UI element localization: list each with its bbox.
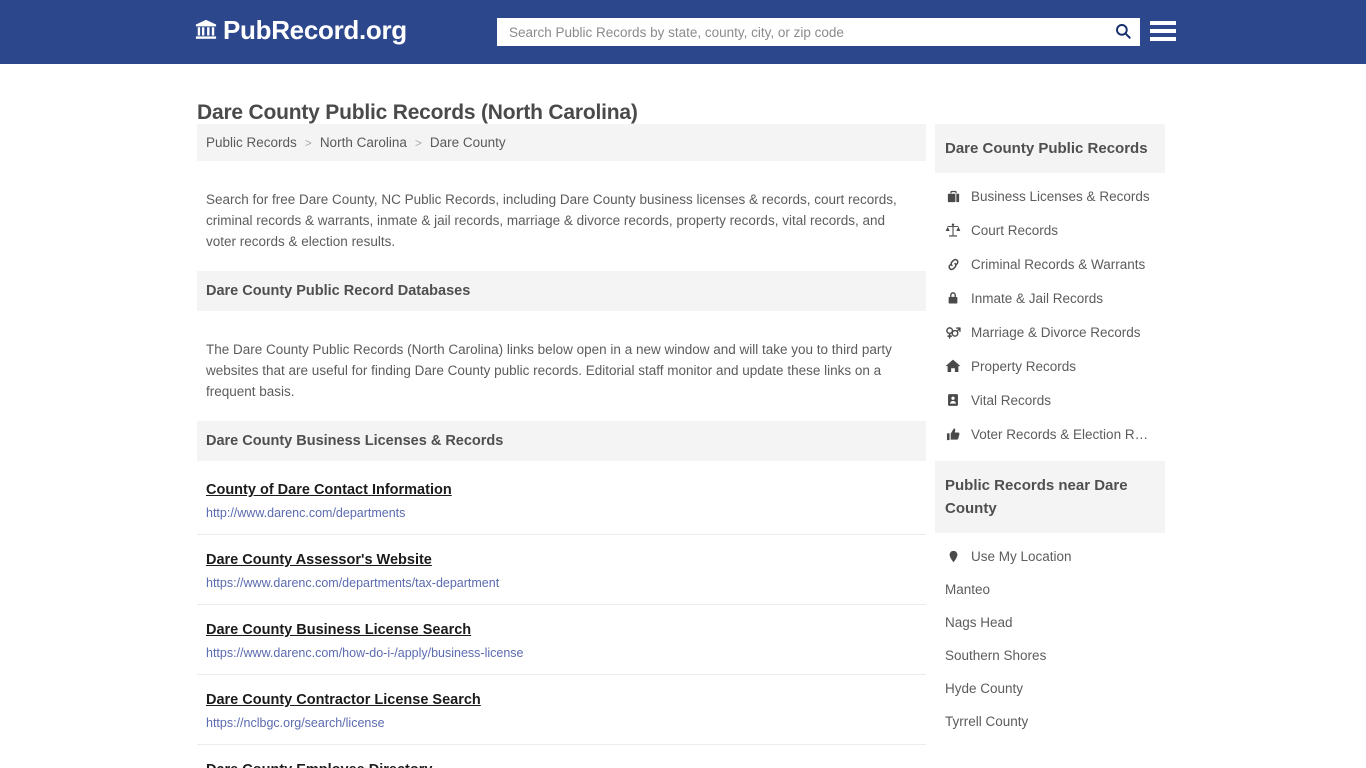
sidebar-item-label: Business Licenses & Records bbox=[971, 188, 1150, 204]
breadcrumb-item-public-records[interactable]: Public Records bbox=[206, 135, 297, 150]
section-heading-databases: Dare County Public Record Databases bbox=[197, 271, 926, 311]
sidebar-item-nags-head[interactable]: Nags Head bbox=[935, 606, 1165, 639]
sidebar-item-label: Marriage & Divorce Records bbox=[971, 324, 1141, 340]
record-link-title[interactable]: County of Dare Contact Information bbox=[206, 482, 452, 498]
sidebar-item-hyde-county[interactable]: Hyde County bbox=[935, 672, 1165, 705]
sidebar-item-label: Nags Head bbox=[945, 615, 1013, 630]
sidebar-item-vital-records[interactable]: Vital Records bbox=[935, 383, 1165, 417]
intro-paragraph: Search for free Dare County, NC Public R… bbox=[206, 191, 897, 249]
list-item[interactable]: Dare County Employee Directory https://w… bbox=[197, 745, 926, 768]
hamburger-bar bbox=[1150, 37, 1176, 41]
sidebar-heading-nearby: Public Records near Dare County bbox=[935, 461, 1165, 533]
home-icon bbox=[945, 358, 961, 374]
breadcrumb-item-dare-county[interactable]: Dare County bbox=[430, 135, 506, 150]
sidebar-item-criminal-records[interactable]: Criminal Records & Warrants bbox=[935, 247, 1165, 281]
list-item[interactable]: Dare County Contractor License Search ht… bbox=[197, 675, 926, 745]
sidebar-item-label: Criminal Records & Warrants bbox=[971, 256, 1146, 272]
hamburger-menu-icon[interactable] bbox=[1150, 18, 1176, 44]
sidebar-nearby-list: Use My Location Manteo Nags Head Souther… bbox=[935, 533, 1165, 738]
sidebar-item-label: Property Records bbox=[971, 358, 1077, 374]
record-link-url[interactable]: https://www.darenc.com/how-do-i-/apply/b… bbox=[206, 646, 917, 660]
bank-icon bbox=[195, 19, 217, 41]
breadcrumb-separator: > bbox=[414, 135, 422, 150]
record-link-url[interactable]: http://www.darenc.com/departments bbox=[206, 506, 917, 520]
section-heading-business-licenses: Dare County Business Licenses & Records bbox=[197, 421, 926, 461]
sidebar-heading-records: Dare County Public Records bbox=[935, 124, 1165, 173]
sidebar-item-tyrrell-county[interactable]: Tyrrell County bbox=[935, 705, 1165, 738]
search-input[interactable] bbox=[507, 18, 1112, 46]
record-link-title[interactable]: Dare County Business License Search bbox=[206, 622, 471, 638]
scales-of-justice-icon bbox=[945, 222, 961, 238]
sidebar-item-southern-shores[interactable]: Southern Shores bbox=[935, 639, 1165, 672]
list-item[interactable]: Dare County Assessor's Website https://w… bbox=[197, 535, 926, 605]
sidebar-item-marriage-divorce-records[interactable]: Marriage & Divorce Records bbox=[935, 315, 1165, 349]
record-link-title[interactable]: Dare County Employee Directory bbox=[206, 762, 432, 768]
sidebar-item-label: Tyrrell County bbox=[945, 714, 1029, 729]
main-content: Public Records > North Carolina > Dare C… bbox=[197, 124, 926, 768]
sidebar-card-nearby: Public Records near Dare County Use My L… bbox=[935, 461, 1165, 738]
list-item[interactable]: County of Dare Contact Information http:… bbox=[197, 465, 926, 535]
breadcrumb-item-north-carolina[interactable]: North Carolina bbox=[320, 135, 407, 150]
sidebar-records-list: Business Licenses & Records Court Record… bbox=[935, 173, 1165, 451]
thumbs-up-icon bbox=[945, 426, 961, 442]
sidebar-item-label: Hyde County bbox=[945, 681, 1024, 696]
sidebar-item-property-records[interactable]: Property Records bbox=[935, 349, 1165, 383]
briefcase-icon bbox=[945, 188, 961, 204]
sidebar-item-label: Use My Location bbox=[971, 548, 1072, 564]
sidebar-item-label: Vital Records bbox=[971, 392, 1052, 408]
record-link-title[interactable]: Dare County Assessor's Website bbox=[206, 552, 432, 568]
venus-mars-icon bbox=[945, 324, 961, 340]
sidebar-item-business-licenses[interactable]: Business Licenses & Records bbox=[935, 179, 1165, 213]
record-link-url[interactable]: https://nclbgc.org/search/license bbox=[206, 716, 917, 730]
search-button[interactable] bbox=[1112, 22, 1134, 43]
sidebar-item-label: Court Records bbox=[971, 222, 1059, 238]
breadcrumb-separator: > bbox=[304, 135, 312, 150]
business-links-list: County of Dare Contact Information http:… bbox=[197, 465, 926, 768]
sidebar-card-records: Dare County Public Records Business Lice… bbox=[935, 124, 1165, 451]
search-bar[interactable] bbox=[497, 18, 1140, 46]
sidebar-item-label: Southern Shores bbox=[945, 648, 1047, 663]
databases-description: The Dare County Public Records (North Ca… bbox=[206, 341, 892, 399]
record-link-title[interactable]: Dare County Contractor License Search bbox=[206, 692, 481, 708]
search-icon bbox=[1114, 22, 1132, 43]
sidebar-item-court-records[interactable]: Court Records bbox=[935, 213, 1165, 247]
list-item[interactable]: Dare County Business License Search http… bbox=[197, 605, 926, 675]
sidebar-item-use-my-location[interactable]: Use My Location bbox=[935, 539, 1165, 573]
page-title: Dare County Public Records (North Caroli… bbox=[197, 101, 638, 125]
hamburger-bar bbox=[1150, 29, 1176, 33]
record-link-url[interactable]: https://www.darenc.com/departments/tax-d… bbox=[206, 576, 917, 590]
sidebar-item-label: Inmate & Jail Records bbox=[971, 290, 1104, 306]
hamburger-bar bbox=[1150, 21, 1176, 25]
handcuffs-icon bbox=[945, 256, 961, 272]
site-logo-text: PubRecord.org bbox=[223, 15, 407, 45]
sidebar-item-label: Voter Records & Election R… bbox=[971, 426, 1149, 442]
sidebar-item-label: Manteo bbox=[945, 582, 991, 597]
id-badge-icon bbox=[945, 392, 961, 408]
sidebar-item-manteo[interactable]: Manteo bbox=[935, 573, 1165, 606]
site-header: PubRecord.org bbox=[0, 0, 1366, 64]
sidebar-item-inmate-jail-records[interactable]: Inmate & Jail Records bbox=[935, 281, 1165, 315]
site-logo-link[interactable]: PubRecord.org bbox=[195, 17, 407, 43]
sidebar-item-voter-records[interactable]: Voter Records & Election R… bbox=[935, 417, 1165, 451]
lock-icon bbox=[945, 290, 961, 306]
breadcrumb: Public Records > North Carolina > Dare C… bbox=[197, 124, 926, 161]
sidebar: Dare County Public Records Business Lice… bbox=[935, 124, 1165, 748]
map-pin-icon bbox=[945, 548, 961, 564]
